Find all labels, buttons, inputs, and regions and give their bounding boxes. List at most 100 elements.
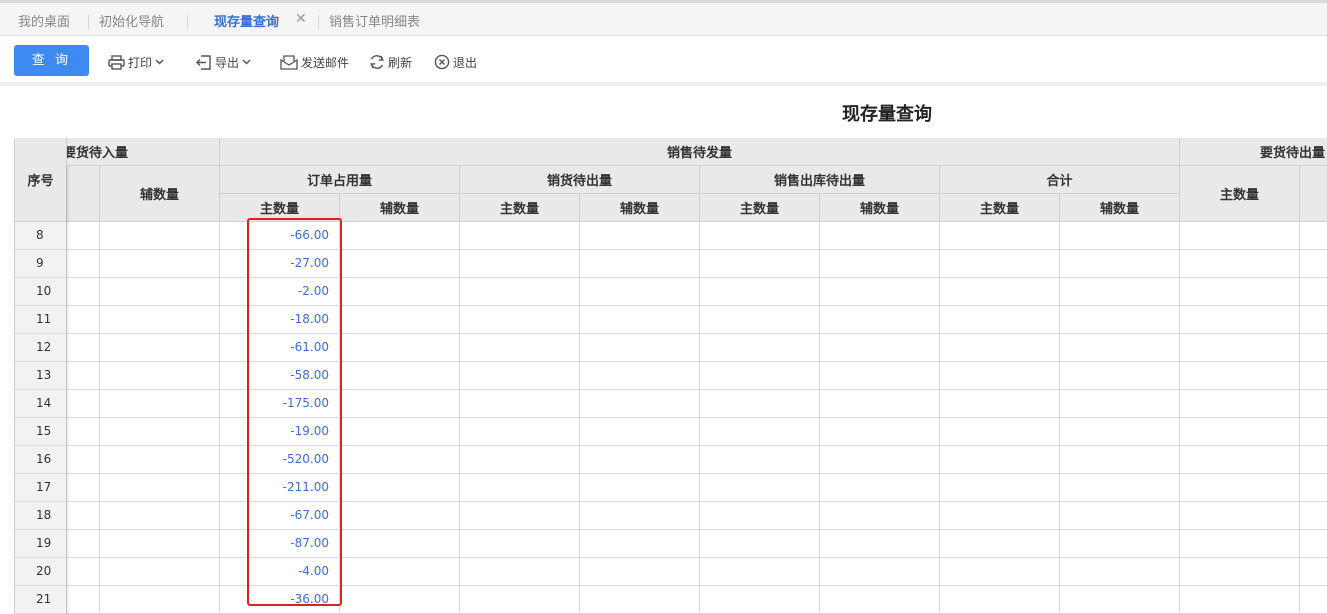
table-row[interactable]: 20 -4.00 <box>15 558 1327 586</box>
table-cell[interactable] <box>940 334 1060 362</box>
table-cell[interactable] <box>820 306 940 334</box>
table-cell[interactable] <box>67 278 100 306</box>
table-cell[interactable] <box>1300 278 1327 306</box>
table-row[interactable]: 19 -87.00 <box>15 530 1327 558</box>
table-cell[interactable] <box>340 334 460 362</box>
table-cell[interactable] <box>460 250 580 278</box>
table-cell[interactable] <box>1180 278 1300 306</box>
table-cell[interactable] <box>1060 334 1180 362</box>
exit-button[interactable]: 退出 <box>434 53 477 71</box>
table-row[interactable]: 16 -520.00 <box>15 446 1327 474</box>
table-row[interactable]: 8 -66.00 <box>15 222 1327 250</box>
print-button[interactable]: 打印 <box>108 53 167 71</box>
table-row[interactable]: 18 -67.00 <box>15 502 1327 530</box>
table-cell[interactable] <box>940 586 1060 614</box>
table-cell[interactable] <box>820 334 940 362</box>
table-cell[interactable] <box>1060 474 1180 502</box>
order-main-qty-cell[interactable]: -520.00 <box>220 446 340 474</box>
table-cell[interactable] <box>1060 586 1180 614</box>
table-cell[interactable] <box>1300 306 1327 334</box>
order-main-qty-cell[interactable]: -2.00 <box>220 278 340 306</box>
table-cell[interactable] <box>100 558 220 586</box>
table-cell[interactable] <box>67 362 100 390</box>
table-cell[interactable] <box>820 362 940 390</box>
table-cell[interactable] <box>100 390 220 418</box>
order-main-qty-cell[interactable]: -67.00 <box>220 502 340 530</box>
table-cell[interactable] <box>1300 222 1327 250</box>
table-cell[interactable] <box>460 502 580 530</box>
table-cell[interactable] <box>820 222 940 250</box>
table-cell[interactable] <box>1180 558 1300 586</box>
table-cell[interactable] <box>460 446 580 474</box>
table-row[interactable]: 14 -175.00 <box>15 390 1327 418</box>
table-cell[interactable] <box>940 278 1060 306</box>
table-cell[interactable] <box>580 502 700 530</box>
table-cell[interactable] <box>580 558 700 586</box>
table-cell[interactable] <box>820 278 940 306</box>
table-cell[interactable] <box>1180 446 1300 474</box>
table-cell[interactable] <box>580 390 700 418</box>
table-cell[interactable] <box>100 474 220 502</box>
table-cell[interactable] <box>700 334 820 362</box>
table-cell[interactable] <box>820 502 940 530</box>
table-cell[interactable] <box>580 334 700 362</box>
table-cell[interactable] <box>340 558 460 586</box>
table-row[interactable]: 12 -61.00 <box>15 334 1327 362</box>
table-cell[interactable] <box>1300 502 1327 530</box>
table-cell[interactable] <box>940 362 1060 390</box>
table-cell[interactable] <box>340 362 460 390</box>
table-cell[interactable] <box>580 222 700 250</box>
table-cell[interactable] <box>67 390 100 418</box>
table-cell[interactable] <box>67 586 100 614</box>
table-cell[interactable] <box>1060 250 1180 278</box>
table-row[interactable]: 17 -211.00 <box>15 474 1327 502</box>
close-icon[interactable]: ✕ <box>295 11 307 27</box>
table-cell[interactable] <box>100 222 220 250</box>
table-cell[interactable] <box>1060 278 1180 306</box>
table-cell[interactable] <box>940 390 1060 418</box>
table-cell[interactable] <box>580 250 700 278</box>
table-cell[interactable] <box>1060 222 1180 250</box>
table-cell[interactable] <box>67 530 100 558</box>
table-cell[interactable] <box>1060 502 1180 530</box>
table-cell[interactable] <box>100 250 220 278</box>
table-cell[interactable] <box>1300 390 1327 418</box>
table-cell[interactable] <box>580 278 700 306</box>
tab-my-desktop[interactable]: 我的桌面 <box>18 11 70 33</box>
table-cell[interactable] <box>340 418 460 446</box>
table-row[interactable]: 10 -2.00 <box>15 278 1327 306</box>
table-cell[interactable] <box>940 418 1060 446</box>
table-cell[interactable] <box>67 446 100 474</box>
table-cell[interactable] <box>67 474 100 502</box>
table-cell[interactable] <box>1060 558 1180 586</box>
table-cell[interactable] <box>1180 390 1300 418</box>
order-main-qty-cell[interactable]: -87.00 <box>220 530 340 558</box>
table-cell[interactable] <box>940 222 1060 250</box>
table-cell[interactable] <box>820 586 940 614</box>
table-cell[interactable] <box>1060 306 1180 334</box>
table-cell[interactable] <box>700 278 820 306</box>
table-cell[interactable] <box>700 390 820 418</box>
table-cell[interactable] <box>700 446 820 474</box>
table-row[interactable]: 15 -19.00 <box>15 418 1327 446</box>
table-cell[interactable] <box>1300 586 1327 614</box>
table-cell[interactable] <box>580 474 700 502</box>
order-main-qty-cell[interactable]: -58.00 <box>220 362 340 390</box>
table-cell[interactable] <box>940 446 1060 474</box>
table-cell[interactable] <box>1060 362 1180 390</box>
table-cell[interactable] <box>940 558 1060 586</box>
table-cell[interactable] <box>340 530 460 558</box>
table-cell[interactable] <box>700 222 820 250</box>
tab-stock-query[interactable]: 现存量查询 <box>206 11 288 39</box>
table-cell[interactable] <box>67 558 100 586</box>
table-cell[interactable] <box>700 558 820 586</box>
table-cell[interactable] <box>1300 530 1327 558</box>
table-cell[interactable] <box>1300 362 1327 390</box>
table-cell[interactable] <box>340 390 460 418</box>
table-cell[interactable] <box>820 558 940 586</box>
table-cell[interactable] <box>1300 474 1327 502</box>
table-cell[interactable] <box>1060 530 1180 558</box>
table-cell[interactable] <box>1180 334 1300 362</box>
order-main-qty-cell[interactable]: -18.00 <box>220 306 340 334</box>
table-cell[interactable] <box>940 474 1060 502</box>
